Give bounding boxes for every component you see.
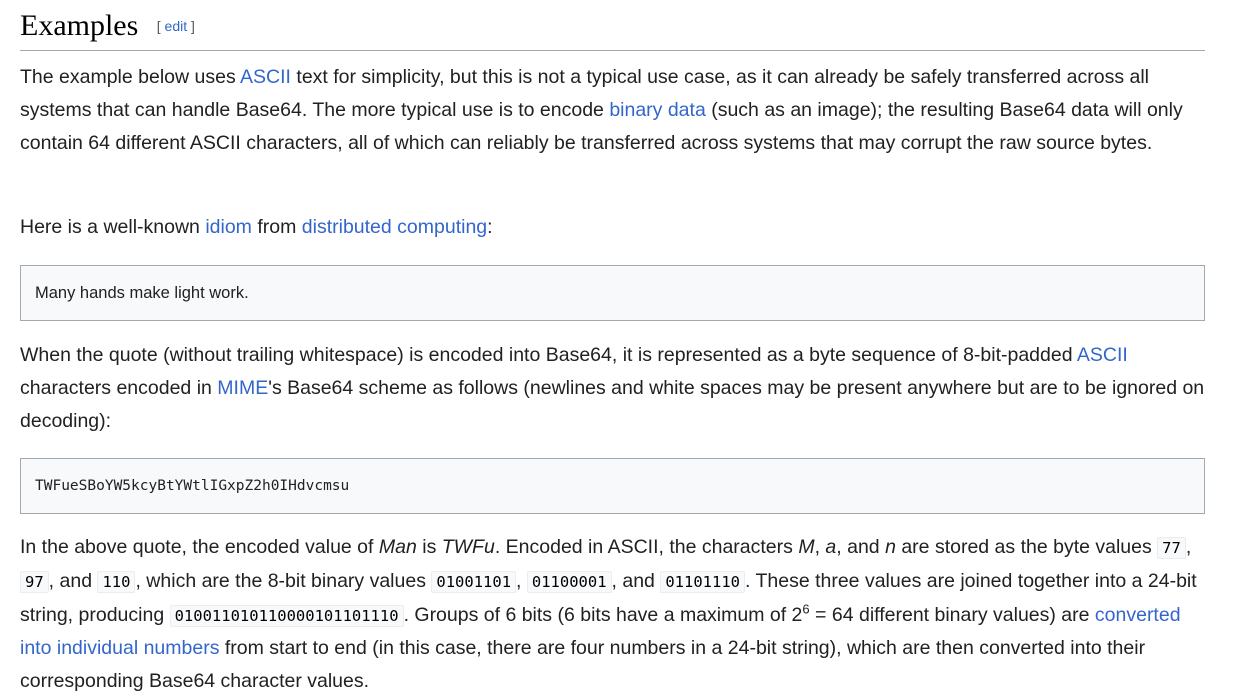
code-value: 01100001 [526,570,612,593]
text: = 64 different binary values) are [809,603,1095,626]
text: is [416,536,442,558]
text: , and [48,569,98,592]
text: , [1185,536,1192,558]
section-heading: Examples [ edit ] [20,6,1205,51]
text: from [251,216,302,238]
edit-bracket-close: ] [191,18,195,34]
text: , [814,536,826,558]
text: , and [836,536,886,558]
code-value: 01101110 [660,570,745,593]
code-value: 010011010110000101101110 [169,604,404,627]
italic-text: a [825,536,837,558]
encoded-text: TWFueSBoYW5kcyBtYWtlIGxpZ2h0IHdvcmsu [35,478,350,494]
link-ascii[interactable]: ASCII [240,66,291,88]
text: The example below uses [20,66,241,88]
link-mime[interactable]: MIME [217,377,268,399]
quote-box-plain: Many hands make light work. [20,265,1205,321]
code-value: 110 [97,570,136,593]
link-binary-data[interactable]: binary data [609,99,705,121]
paragraph-idiom: Here is a well-known idiom from distribu… [20,211,1205,244]
italic-text: TWFu [441,536,495,558]
link-idiom[interactable]: idiom [205,216,252,238]
edit-section: [ edit ] [157,18,195,34]
text: : [487,216,493,238]
paragraph-intro: The example below uses ASCII text for si… [20,61,1205,159]
italic-text: M [798,536,815,558]
code-value: 97 [20,570,49,593]
quote-box-encoded: TWFueSBoYW5kcyBtYWtlIGxpZ2h0IHdvcmsu [20,458,1205,514]
code-value: 01001101 [431,570,517,593]
text: , [516,569,527,592]
edit-bracket-open: [ [156,18,161,34]
text: . Encoded in ASCII, the characters [494,536,799,558]
quote-text: Many hands make light work. [35,283,249,302]
section-title: Examples [20,9,139,42]
text: , and [611,569,661,592]
text: In the above quote, the encoded value of [20,536,379,558]
link-distributed-computing[interactable]: distributed computing [302,216,487,238]
link-ascii-2[interactable]: ASCII [1077,344,1128,366]
italic-text: Man [378,536,417,558]
edit-link[interactable]: edit [165,18,188,34]
text: are stored as the byte values [895,536,1158,558]
code-value: 77 [1157,537,1186,559]
superscript: 6 [802,601,810,617]
text: characters encoded in [20,376,218,399]
paragraph-explanation: In the above quote, the encoded value of… [20,531,1205,698]
text: Here is a well-known [20,216,206,238]
text: When the quote (without trailing whitesp… [20,344,1077,366]
text: . Groups of 6 bits (6 bits have a maximu… [403,603,803,626]
paragraph-encoding: When the quote (without trailing whitesp… [20,339,1205,437]
text: , which are the 8-bit binary values [135,569,432,592]
italic-text: n [885,536,896,558]
